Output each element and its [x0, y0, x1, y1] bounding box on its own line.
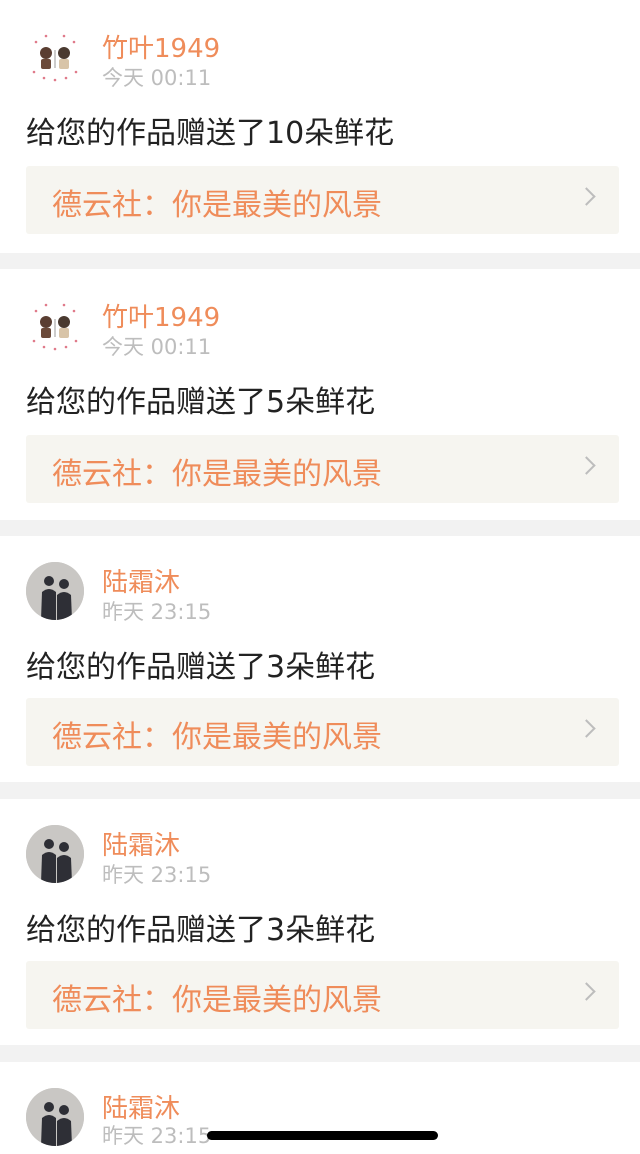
home-indicator[interactable]	[207, 1131, 438, 1140]
work-title: 德云社：你是最美的风景	[52, 457, 382, 492]
avatar[interactable]	[26, 28, 84, 86]
work-link[interactable]: 德云社：你是最美的风景	[26, 698, 619, 766]
work-title: 德云社：你是最美的风景	[52, 720, 382, 755]
avatar[interactable]	[26, 1088, 84, 1146]
timestamp: 今天 00:11	[102, 335, 212, 359]
chevron-right-icon	[577, 187, 596, 206]
chevron-right-icon	[577, 456, 596, 475]
couple-shadow-avatar-icon	[26, 1088, 84, 1146]
couple-cartoon-avatar-icon	[32, 303, 78, 351]
notification-card: 竹叶1949 今天 00:11 给您的作品赠送了10朵鲜花 德云社：你是最美的风…	[0, 0, 640, 253]
notification-card: 陆霜沐 昨天 23:15 给您的作品赠送了3朵鲜花 德云社：你是最美的风景	[0, 799, 640, 1045]
avatar[interactable]	[26, 562, 84, 620]
gift-message: 给您的作品赠送了10朵鲜花	[26, 116, 395, 151]
work-title: 德云社：你是最美的风景	[52, 983, 382, 1018]
gift-message: 给您的作品赠送了5朵鲜花	[26, 385, 376, 420]
timestamp: 昨天 23:15	[102, 600, 212, 624]
user-name[interactable]: 陆霜沐	[102, 562, 180, 599]
work-link[interactable]: 德云社：你是最美的风景	[26, 166, 619, 234]
timestamp: 今天 00:11	[102, 66, 212, 90]
chevron-right-icon	[577, 719, 596, 738]
chevron-right-icon	[577, 982, 596, 1001]
avatar[interactable]	[26, 297, 84, 355]
work-title: 德云社：你是最美的风景	[52, 188, 382, 223]
user-name[interactable]: 陆霜沐	[102, 825, 180, 862]
user-name[interactable]: 竹叶1949	[102, 28, 220, 65]
timestamp: 昨天 23:15	[102, 863, 212, 887]
work-link[interactable]: 德云社：你是最美的风景	[26, 961, 619, 1029]
gift-message: 给您的作品赠送了3朵鲜花	[26, 913, 376, 948]
couple-shadow-avatar-icon	[26, 825, 84, 883]
notification-card: 陆霜沐 昨天 23:15	[0, 1062, 640, 1154]
notification-card: 竹叶1949 今天 00:11 给您的作品赠送了5朵鲜花 德云社：你是最美的风景	[0, 269, 640, 520]
gift-message: 给您的作品赠送了3朵鲜花	[26, 650, 376, 685]
notification-card: 陆霜沐 昨天 23:15 给您的作品赠送了3朵鲜花 德云社：你是最美的风景	[0, 536, 640, 782]
work-link[interactable]: 德云社：你是最美的风景	[26, 435, 619, 503]
avatar[interactable]	[26, 825, 84, 883]
couple-shadow-avatar-icon	[26, 562, 84, 620]
user-name[interactable]: 竹叶1949	[102, 297, 220, 334]
couple-cartoon-avatar-icon	[32, 34, 78, 82]
timestamp: 昨天 23:15	[102, 1124, 212, 1148]
